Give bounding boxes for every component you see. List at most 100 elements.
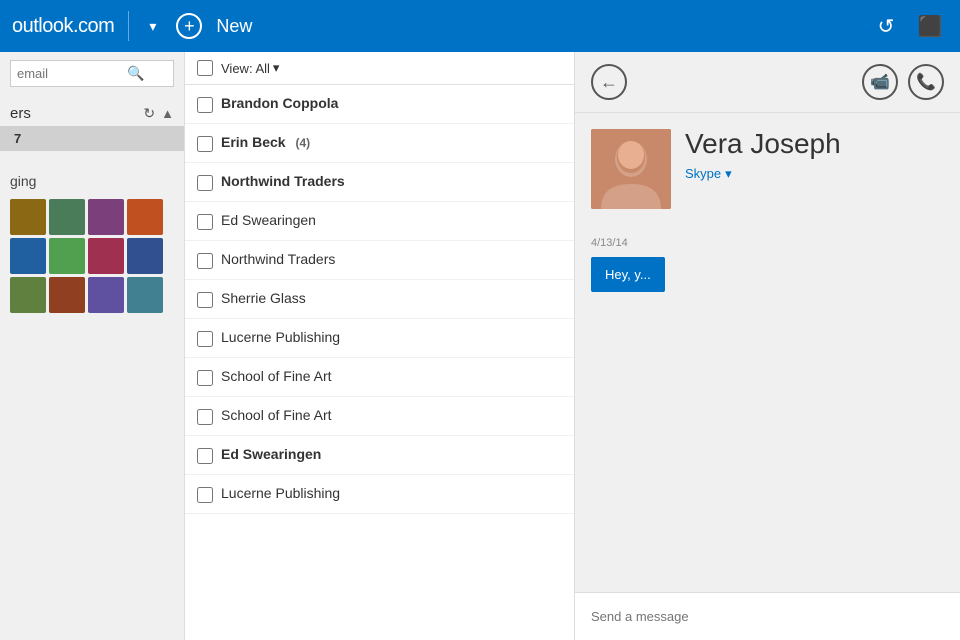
email-item-7[interactable]: School of Fine Art — [185, 358, 574, 397]
select-all-checkbox[interactable] — [197, 60, 213, 76]
email-checkbox-8[interactable] — [197, 409, 213, 425]
collapse-button[interactable]: ▲ — [161, 105, 174, 122]
email-sender-4: Northwind Traders — [221, 251, 562, 267]
email-sender-6: Lucerne Publishing — [221, 329, 562, 345]
phone-call-button[interactable]: 📞 — [908, 64, 944, 100]
refresh-button[interactable]: ↻ — [143, 105, 155, 122]
email-sender-1: Erin Beck (4) — [221, 134, 562, 150]
back-button[interactable]: ← — [591, 64, 627, 100]
contact-avatar-5[interactable] — [10, 238, 46, 274]
email-item-1[interactable]: Erin Beck (4) — [185, 124, 574, 163]
email-item-4[interactable]: Northwind Traders — [185, 241, 574, 280]
email-checkbox-5[interactable] — [197, 292, 213, 308]
view-filter-button[interactable]: View: All ▾ — [221, 60, 279, 76]
email-sender-10: Lucerne Publishing — [221, 485, 562, 501]
email-sender-5: Sherrie Glass — [221, 290, 562, 306]
email-checkbox-3[interactable] — [197, 214, 213, 230]
sidebar-search-box[interactable]: 🔍 — [10, 60, 174, 87]
phone-icon: 📞 — [916, 72, 936, 92]
header-divider — [128, 11, 129, 41]
folders-header: ers ↻ ▲ — [0, 101, 184, 126]
email-item-10[interactable]: Lucerne Publishing — [185, 475, 574, 514]
person-silhouette-icon — [591, 129, 671, 209]
chat-messages-area: 4/13/14 Hey, y... — [575, 225, 960, 592]
undo-icon-button[interactable]: ↺ — [868, 8, 904, 44]
email-item-3[interactable]: Ed Swearingen — [185, 202, 574, 241]
user-icon: ⬛ — [918, 14, 943, 39]
folders-label: ers — [10, 105, 31, 122]
email-checkbox-7[interactable] — [197, 370, 213, 386]
contact-avatar-6[interactable] — [49, 238, 85, 274]
contact-avatar-8[interactable] — [127, 238, 163, 274]
chevron-down-icon: ▾ — [149, 18, 156, 35]
back-arrow-icon: ← — [600, 72, 618, 93]
contacts-section-label: ging — [0, 169, 184, 193]
email-item-0[interactable]: Brandon Coppola — [185, 85, 574, 124]
email-sender-8: School of Fine Art — [221, 407, 562, 423]
email-list-header: View: All ▾ — [185, 52, 574, 85]
chat-panel: ← 📹 📞 — [575, 52, 960, 640]
email-checkbox-4[interactable] — [197, 253, 213, 269]
contact-avatar-3[interactable] — [88, 199, 124, 235]
email-checkbox-0[interactable] — [197, 97, 213, 113]
contact-avatar-main — [591, 129, 671, 209]
logo: outlook.com — [12, 15, 114, 38]
top-header: outlook.com ▾ + New ↺ ⬛ — [0, 0, 960, 52]
contact-avatar-12[interactable] — [127, 277, 163, 313]
contact-avatar-11[interactable] — [88, 277, 124, 313]
account-dropdown-button[interactable]: ▾ — [143, 14, 162, 39]
contact-name: Vera Joseph — [685, 129, 944, 160]
email-sender-7: School of Fine Art — [221, 368, 562, 384]
contact-avatar-10[interactable] — [49, 277, 85, 313]
email-item-6[interactable]: Lucerne Publishing — [185, 319, 574, 358]
contact-avatar-9[interactable] — [10, 277, 46, 313]
send-message-input[interactable] — [591, 603, 944, 630]
main-layout: 🔍 ers ↻ ▲ 7 ging — [0, 52, 960, 640]
email-sender-3: Ed Swearingen — [221, 212, 562, 228]
search-input[interactable] — [17, 66, 127, 81]
email-sender-9: Ed Swearingen — [221, 446, 562, 462]
contact-info: Vera Joseph Skype ▾ — [685, 129, 944, 184]
header-right-controls: ↺ ⬛ — [868, 8, 948, 44]
email-checkbox-9[interactable] — [197, 448, 213, 464]
email-item-9[interactable]: Ed Swearingen — [185, 436, 574, 475]
contact-avatar-1[interactable] — [10, 199, 46, 235]
email-checkbox-2[interactable] — [197, 175, 213, 191]
email-checkbox-6[interactable] — [197, 331, 213, 347]
sidebar-item-inbox[interactable]: 7 — [0, 126, 184, 151]
status-label: Skype — [685, 166, 721, 181]
contact-avatar-4[interactable] — [127, 199, 163, 235]
contact-avatar-image — [591, 129, 671, 209]
video-icon: 📹 — [870, 72, 890, 92]
profile-icon-button[interactable]: ⬛ — [912, 8, 948, 44]
contact-card: Vera Joseph Skype ▾ — [575, 113, 960, 225]
contacts-avatar-grid — [0, 193, 184, 319]
contact-avatar-7[interactable] — [88, 238, 124, 274]
chat-input-area — [575, 592, 960, 640]
email-count-1: (4) — [295, 136, 310, 150]
email-list-panel: View: All ▾ Brandon Coppola Erin Beck (4… — [185, 52, 575, 640]
status-dropdown-button[interactable]: Skype ▾ — [685, 164, 732, 184]
view-filter-chevron-icon: ▾ — [273, 60, 280, 76]
new-compose-label: New — [216, 16, 252, 37]
email-sender-0: Brandon Coppola — [221, 95, 562, 111]
email-item-5[interactable]: Sherrie Glass — [185, 280, 574, 319]
view-filter-label: View: All — [221, 61, 270, 76]
search-icon[interactable]: 🔍 — [127, 65, 144, 82]
email-item-2[interactable]: Northwind Traders — [185, 163, 574, 202]
email-checkbox-1[interactable] — [197, 136, 213, 152]
chat-header: ← 📹 📞 — [575, 52, 960, 113]
sidebar: 🔍 ers ↻ ▲ 7 ging — [0, 52, 185, 640]
email-checkbox-10[interactable] — [197, 487, 213, 503]
chat-bubble-message: Hey, y... — [591, 257, 665, 292]
chat-action-buttons: 📹 📞 — [862, 64, 944, 100]
status-chevron-icon: ▾ — [725, 166, 732, 182]
new-compose-circle-button[interactable]: + — [176, 13, 202, 39]
contact-avatar-2[interactable] — [49, 199, 85, 235]
sidebar-folders-section: ers ↻ ▲ 7 — [0, 97, 184, 155]
sidebar-contacts-section: ging — [0, 165, 184, 323]
video-call-button[interactable]: 📹 — [862, 64, 898, 100]
email-sender-2: Northwind Traders — [221, 173, 562, 189]
email-item-8[interactable]: School of Fine Art — [185, 397, 574, 436]
chat-date: 4/13/14 — [591, 237, 944, 249]
